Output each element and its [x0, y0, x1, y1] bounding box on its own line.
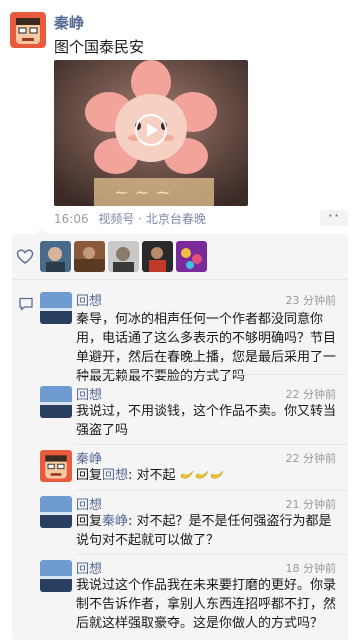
banana-icon [195, 470, 208, 479]
comment-item: 秦峥 22 分钟前 回复回想: 对不起 [12, 446, 348, 492]
post-channel[interactable]: 视频号 · 北京台春晚 [98, 212, 205, 226]
svg-text:~ ~ ~: ~ ~ ~ [114, 182, 171, 203]
comment-item: 回想 21 分钟前 回复秦峥: 对不起？是不是任何强盗行为都是说句对不起就可以做… [12, 492, 348, 552]
comment-author[interactable]: 秦峥 [76, 448, 102, 467]
comment-text[interactable]: 我说过，不用谈钱，这个作品不卖。你又转当强盗了吗 [76, 402, 338, 440]
comment-avatar[interactable] [40, 292, 72, 324]
moment-post: 秦峥 图个国泰民安 ~ ~ ~ 16:06 视频号 · 北京台春晚 ·· [0, 0, 360, 232]
likes-row [12, 234, 348, 280]
comment-text[interactable]: 我说过这个作品我在未来要打磨的更好。你录制不告诉作者，拿别人东西连招呼都不打，然… [76, 576, 338, 633]
reply-target[interactable]: 秦峥 [102, 514, 128, 529]
author-name[interactable]: 秦峥 [54, 12, 84, 33]
comment-author[interactable]: 回想 [76, 290, 102, 309]
reply-prefix: 回复 [76, 514, 103, 529]
post-text: 图个国泰民安 [54, 38, 145, 56]
reply-prefix: 回复 [76, 468, 103, 483]
comment-author[interactable]: 回想 [76, 558, 102, 577]
comment-time: 18 分钟前 [285, 562, 337, 575]
like-avatar[interactable] [74, 241, 105, 272]
banana-icon [210, 470, 223, 479]
comment-author[interactable]: 回想 [76, 494, 102, 513]
reply-target[interactable]: 回想 [102, 468, 128, 483]
comment-text[interactable]: 回复秦峥: 对不起？是不是任何强盗行为都是说句对不起就可以做了？ [76, 512, 338, 550]
post-meta: 16:06 视频号 · 北京台春晚 [54, 210, 206, 227]
post-time: 16:06 [54, 212, 89, 226]
like-avatar[interactable] [40, 241, 71, 272]
like-avatar[interactable] [108, 241, 139, 272]
interaction-panel: 回想 23 分钟前 秦导，何冰的相声任何一个作者都没同意你用，电话通了这么多表示… [12, 228, 348, 640]
comment-item: 回想 18 分钟前 我说过这个作品我在未来要打磨的更好。你录制不告诉作者，拿别人… [12, 556, 348, 636]
comment-item: 回想 22 分钟前 我说过，不用谈钱，这个作品不卖。你又转当强盗了吗 [12, 382, 348, 440]
comment-avatar[interactable] [40, 386, 72, 418]
comment-text[interactable]: 回复回想: 对不起 [76, 466, 338, 485]
like-avatar[interactable] [176, 241, 207, 272]
comment-avatar[interactable] [40, 496, 72, 528]
comment-divider [76, 554, 348, 555]
comment-divider [76, 374, 348, 375]
comment-divider [76, 490, 348, 491]
comment-avatar[interactable] [40, 450, 72, 482]
reply-body: : 对不起 [128, 468, 176, 483]
heart-icon [16, 249, 34, 264]
comment-time: 23 分钟前 [285, 294, 337, 307]
comment-time: 22 分钟前 [285, 452, 337, 465]
comment-author[interactable]: 回想 [76, 384, 102, 403]
comment-time: 22 分钟前 [285, 388, 337, 401]
author-avatar[interactable] [10, 12, 46, 48]
banana-icon [180, 470, 193, 479]
video-thumbnail[interactable]: ~ ~ ~ [54, 60, 248, 206]
more-actions-button[interactable]: ·· [320, 208, 348, 226]
comment-divider [76, 444, 348, 445]
comment-item: 回想 23 分钟前 秦导，何冰的相声任何一个作者都没同意你用，电话通了这么多表示… [12, 290, 348, 384]
comment-avatar[interactable] [40, 560, 72, 592]
like-avatar[interactable] [142, 241, 173, 272]
comment-time: 21 分钟前 [285, 498, 337, 511]
